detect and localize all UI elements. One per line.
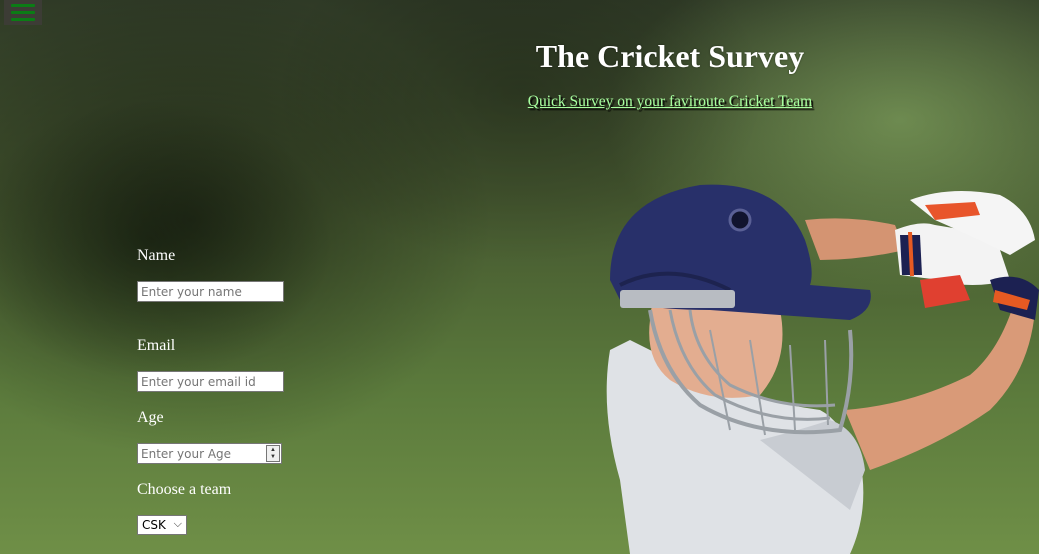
age-stepper[interactable]: ▲ ▼ [266, 445, 280, 462]
age-field[interactable] [137, 443, 282, 464]
name-field[interactable] [137, 281, 284, 302]
age-label: Age [137, 409, 164, 426]
stepper-up-icon[interactable]: ▲ [270, 447, 276, 453]
name-label: Name [137, 247, 176, 264]
subtitle-link[interactable]: Quick Survey on your faviroute Cricket T… [528, 93, 812, 111]
age-field-wrapper: ▲ ▼ [137, 443, 282, 464]
email-label: Email [137, 337, 176, 354]
chevron-down-icon: ⌵ [173, 517, 182, 530]
team-label: Choose a team [137, 481, 232, 498]
email-field[interactable] [137, 371, 284, 392]
hamburger-menu-button[interactable] [4, 0, 42, 25]
page-title: The Cricket Survey [535, 38, 805, 74]
team-select-value: CSK [142, 518, 166, 532]
hamburger-bar [11, 11, 35, 14]
hamburger-bar [11, 18, 35, 21]
batsman-image [606, 184, 1039, 554]
hamburger-menu-icon [11, 4, 35, 7]
page-header: The Cricket Survey Quick Survey on your … [455, 38, 885, 111]
team-select[interactable]: CSK ⌵ [137, 515, 187, 535]
stepper-down-icon[interactable]: ▼ [270, 454, 276, 460]
